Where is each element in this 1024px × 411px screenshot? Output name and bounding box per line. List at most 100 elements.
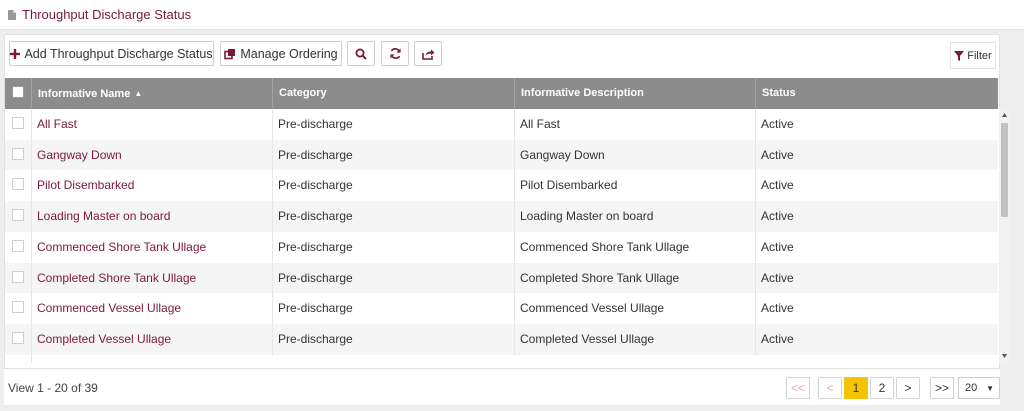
record-count-text: View 1 - 20 of 39 bbox=[8, 381, 98, 395]
chevron-down-icon: ▼ bbox=[986, 384, 994, 393]
table-row[interactable]: Commenced Vessel Ullage Pre-discharge Co… bbox=[5, 293, 998, 324]
row-checkbox[interactable] bbox=[12, 117, 24, 129]
manage-ordering-label: Manage Ordering bbox=[240, 46, 338, 61]
informative-name-link[interactable]: Commenced Vessel Ullage bbox=[32, 293, 273, 324]
status-cell: Active bbox=[761, 117, 794, 131]
description-cell: Pilot Disembarked bbox=[515, 170, 756, 202]
category-cell: Pre-discharge bbox=[273, 109, 515, 140]
scroll-up-arrow-icon[interactable] bbox=[1002, 113, 1007, 117]
description-cell: Loading Master on board bbox=[515, 201, 756, 232]
copy-icon bbox=[224, 48, 236, 59]
select-all-checkbox[interactable] bbox=[12, 86, 24, 98]
last-page-button[interactable]: >> bbox=[930, 377, 954, 399]
informative-name-link[interactable]: All Fast bbox=[32, 109, 273, 140]
row-select-cell bbox=[5, 323, 32, 355]
scrollbar-thumb[interactable] bbox=[1001, 123, 1008, 217]
row-checkbox[interactable] bbox=[12, 178, 24, 191]
description-cell: Gangway Down bbox=[515, 139, 756, 171]
table-row[interactable]: Commenced Shore Tank Ullage Pre-discharg… bbox=[5, 231, 998, 263]
informative-name-link[interactable]: Completed Shore Tank Ullage bbox=[32, 262, 273, 294]
category-cell: Pre-discharge bbox=[273, 139, 515, 171]
status-cell: Active bbox=[761, 147, 794, 162]
row-select-cell bbox=[5, 231, 32, 263]
row-select-cell bbox=[5, 201, 32, 232]
table-row[interactable]: Pilot Disembarked Pre-discharge Pilot Di… bbox=[5, 170, 998, 202]
document-icon bbox=[8, 10, 16, 20]
column-header-label: Informative Name bbox=[38, 88, 131, 100]
search-icon bbox=[355, 48, 367, 60]
row-checkbox[interactable] bbox=[12, 301, 24, 314]
prev-page-button[interactable]: < bbox=[818, 377, 842, 399]
informative-name-link[interactable]: Completed Vessel Ullage bbox=[32, 323, 273, 355]
category-cell: Pre-discharge bbox=[273, 201, 515, 232]
row-select-cell bbox=[5, 293, 32, 324]
funnel-icon bbox=[954, 50, 965, 61]
table-row[interactable]: Loading Master on board Pre-discharge Lo… bbox=[5, 201, 998, 232]
status-cell: Active bbox=[761, 331, 794, 346]
add-status-button[interactable]: Add Throughput Discharge Status bbox=[9, 41, 214, 66]
grid-body: All Fast Pre-discharge All Fast Active G… bbox=[5, 109, 998, 363]
status-cell: Active bbox=[761, 239, 794, 254]
export-icon bbox=[421, 49, 434, 60]
table-row[interactable]: Completed Shore Tank Ullage Pre-discharg… bbox=[5, 262, 998, 294]
informative-name-link[interactable]: Loading Master on board bbox=[32, 201, 273, 232]
category-cell: Pre-discharge bbox=[273, 231, 515, 263]
export-button[interactable] bbox=[414, 41, 442, 66]
column-header-category[interactable]: Category bbox=[273, 78, 515, 109]
grid-header: Informative Name ▲ Category Informative D… bbox=[5, 78, 998, 109]
add-status-label: Add Throughput Discharge Status bbox=[24, 46, 213, 61]
page-button-2[interactable]: 2 bbox=[870, 377, 894, 399]
status-cell: Active bbox=[761, 178, 794, 193]
scroll-down-arrow-icon[interactable] bbox=[1002, 354, 1007, 358]
category-cell: Pre-discharge bbox=[273, 323, 515, 355]
table-row[interactable]: Gangway Down Pre-discharge Gangway Down … bbox=[5, 139, 998, 171]
select-all-cell bbox=[5, 78, 32, 109]
row-checkbox[interactable] bbox=[12, 147, 24, 160]
column-header-description[interactable]: Informative Description bbox=[515, 78, 756, 109]
row-checkbox[interactable] bbox=[12, 239, 24, 252]
status-cell: Active bbox=[761, 301, 794, 316]
table-row[interactable]: All Fast Pre-discharge All Fast Active bbox=[5, 109, 998, 140]
table-row[interactable]: Completed Vessel Ullage Pre-discharge Co… bbox=[5, 323, 998, 355]
page-header: Throughput Discharge Status bbox=[0, 0, 1024, 30]
filter-label: Filter bbox=[967, 49, 992, 62]
row-select-cell bbox=[5, 109, 32, 140]
column-header-status[interactable]: Status bbox=[756, 78, 998, 109]
category-cell: Pre-discharge bbox=[273, 293, 515, 324]
vertical-scrollbar[interactable] bbox=[999, 109, 1010, 364]
description-cell: Commenced Vessel Ullage bbox=[515, 293, 756, 324]
plus-icon bbox=[10, 48, 21, 59]
column-header-name[interactable]: Informative Name ▲ bbox=[32, 78, 273, 109]
page-size-value: 20 bbox=[965, 382, 978, 394]
informative-name-link[interactable]: Commenced Shore Tank Ullage bbox=[32, 231, 273, 263]
informative-name-link[interactable]: Pilot Disembarked bbox=[32, 170, 273, 202]
column-header-label: Informative Description bbox=[521, 87, 644, 99]
search-button[interactable] bbox=[347, 41, 375, 66]
row-checkbox[interactable] bbox=[12, 209, 24, 222]
next-page-button[interactable]: > bbox=[896, 377, 920, 399]
first-page-button[interactable]: << bbox=[786, 377, 810, 399]
description-cell: Completed Vessel Ullage bbox=[515, 323, 756, 355]
category-cell: Pre-discharge bbox=[273, 262, 515, 294]
manage-ordering-button[interactable]: Manage Ordering bbox=[220, 41, 342, 66]
description-cell: Completed Shore Tank Ullage bbox=[515, 262, 756, 294]
informative-name-link[interactable]: Gangway Down bbox=[32, 139, 273, 171]
grid-panel: Add Throughput Discharge Status Manage O… bbox=[4, 34, 1010, 403]
row-checkbox[interactable] bbox=[12, 270, 24, 283]
category-cell: Pre-discharge bbox=[273, 170, 515, 202]
row-select-cell bbox=[5, 139, 32, 171]
column-header-label: Status bbox=[762, 87, 796, 99]
filter-button[interactable]: Filter bbox=[950, 42, 996, 69]
table-row[interactable] bbox=[5, 354, 998, 363]
page-size-select[interactable]: 20 ▼ bbox=[958, 377, 1000, 399]
row-select-cell bbox=[5, 262, 32, 294]
row-checkbox[interactable] bbox=[12, 331, 24, 344]
page-title: Throughput Discharge Status bbox=[22, 7, 192, 22]
refresh-button[interactable] bbox=[381, 41, 409, 66]
row-select-cell bbox=[5, 170, 32, 202]
status-cell: Active bbox=[761, 270, 794, 285]
page-button-1[interactable]: 1 bbox=[844, 377, 868, 399]
refresh-icon bbox=[389, 48, 401, 59]
sort-asc-icon: ▲ bbox=[134, 89, 143, 98]
grid-footer: View 1 - 20 of 39 << < 1 2 > >> 20 ▼ bbox=[4, 368, 1000, 405]
